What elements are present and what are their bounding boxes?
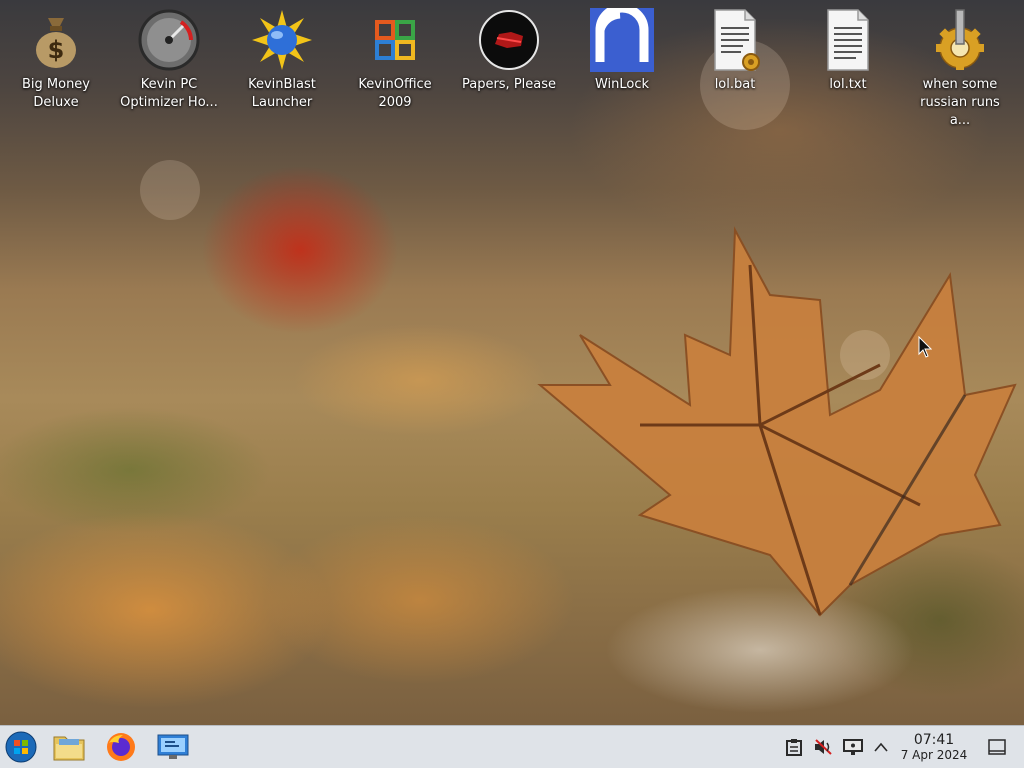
icon-label-line1: Big Money [21,77,90,92]
clock-date: 7 Apr 2024 [900,748,968,762]
bokeh-light [140,160,200,220]
padlock-icon [590,8,654,72]
icon-label-line1: lol.bat [714,77,756,92]
icon-label-line1: when some [922,77,998,92]
icon-label-line2: Deluxe [33,95,79,110]
tray-volume[interactable] [812,736,834,758]
tray-display[interactable] [842,736,864,758]
tray-expand-arrow[interactable] [870,736,892,758]
desktop-icon-kevinoffice-2009[interactable]: KevinOffice 2009 [345,8,445,112]
desktop-icon-when-some-russian-runs[interactable]: when some russian runs a... [910,8,1010,130]
icon-label-line1: WinLock [594,77,650,92]
svg-text:$: $ [48,36,65,64]
show-desktop-icon [988,739,1006,755]
desktop-icon-big-money-deluxe[interactable]: $ Big Money Deluxe [6,8,106,112]
desktop-icon-lol-bat[interactable]: lol.bat [685,8,785,94]
batch-file-icon [714,9,760,71]
stamp-seal-icon [479,10,539,70]
icon-label-line2: Optimizer Ho... [120,95,218,110]
taskbar-clock[interactable]: 07:41 7 Apr 2024 [896,732,972,763]
speedometer-icon [138,9,200,71]
taskbar: 07:41 7 Apr 2024 [0,725,1024,768]
desktop-icon-papers-please[interactable]: Papers, Please [459,8,559,94]
icon-label-line2: russian runs a... [920,95,1000,128]
icon-label-line2: Launcher [251,95,313,110]
firefox-icon [107,733,135,761]
show-desktop-button[interactable] [986,736,1008,758]
blast-sun-icon [252,10,312,70]
monitor-settings-icon [157,734,189,759]
desktop-icon-lol-txt[interactable]: lol.txt [798,8,898,94]
icon-label-line1: KevinBlast [248,77,316,92]
taskbar-file-manager[interactable] [52,730,86,764]
taskbar-firefox[interactable] [104,730,138,764]
folder-icon [53,736,85,761]
office-logo-icon [375,20,415,60]
text-file-icon [827,9,869,71]
windows-orb-icon [5,731,37,763]
clipboard-icon [786,739,802,756]
chevron-up-icon [874,742,888,752]
tray-clipboard[interactable] [783,736,805,758]
clock-time: 07:41 [913,732,955,748]
monitor-icon [843,739,863,755]
money-bag-icon: $ [36,18,76,68]
volume-muted-icon [815,739,832,755]
desktop-icon-kevin-pc-optimizer[interactable]: Kevin PC Optimizer Ho... [119,8,219,112]
icon-label-line1: Kevin PC [140,77,198,92]
start-button[interactable] [4,730,38,764]
mouse-cursor-icon [918,336,932,358]
taskbar-system-settings[interactable] [156,730,190,764]
icon-label-line1: KevinOffice [358,77,432,92]
icon-label-line1: Papers, Please [461,77,557,92]
maple-leaf-image [537,226,1017,617]
desktop-icon-winlock[interactable]: WinLock [572,8,672,94]
icon-label-line1: lol.txt [829,77,867,92]
gear-executable-icon [936,9,984,70]
icon-label-line2: 2009 [378,95,412,110]
desktop-icon-kevinblast-launcher[interactable]: KevinBlast Launcher [232,8,332,112]
